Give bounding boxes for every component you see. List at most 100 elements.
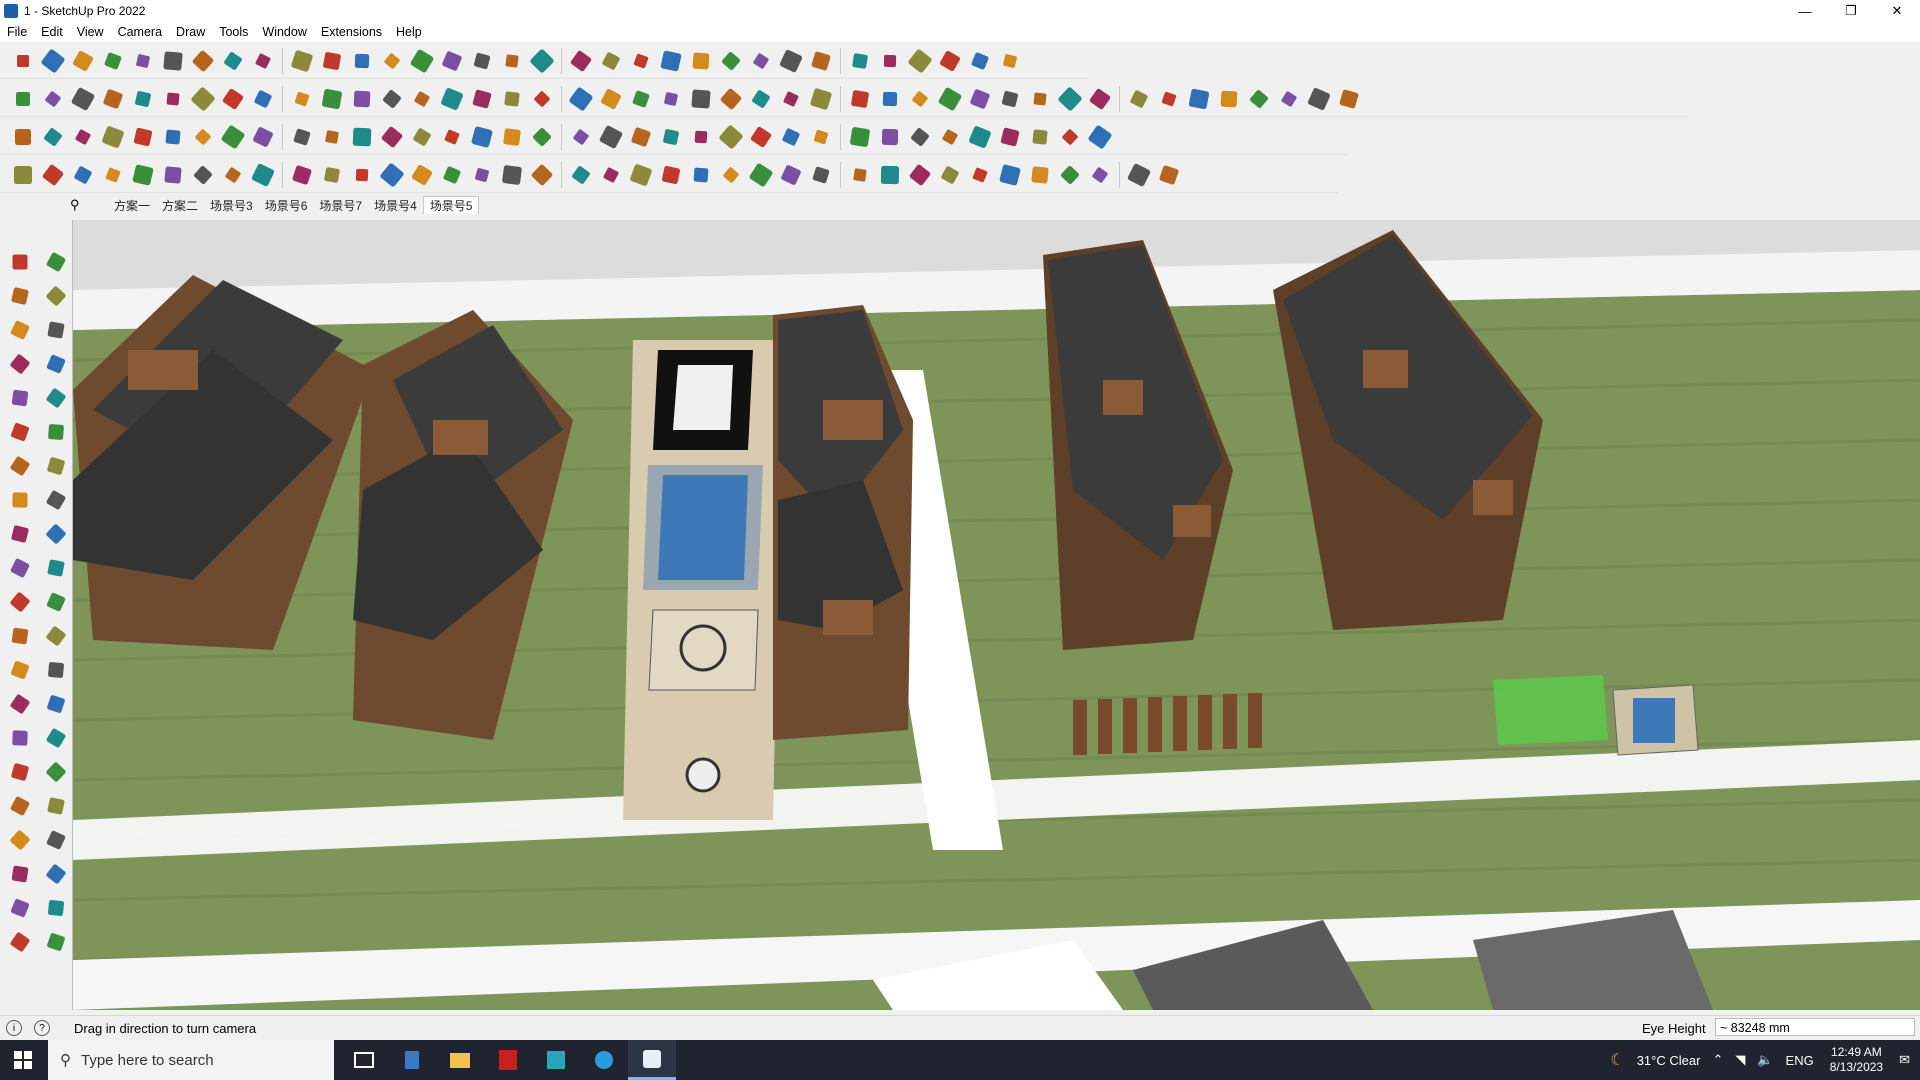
undo2-icon[interactable] xyxy=(188,122,218,152)
loop2-icon[interactable] xyxy=(566,122,596,152)
plus-icon[interactable] xyxy=(407,122,437,152)
solid4-icon[interactable] xyxy=(98,122,128,152)
tape-icon[interactable] xyxy=(347,46,377,76)
rotated-rect-tool-icon[interactable] xyxy=(39,381,73,415)
rail7-icon[interactable] xyxy=(716,160,746,190)
hidden-icon[interactable] xyxy=(317,84,347,114)
pencil-icon[interactable] xyxy=(98,46,128,76)
tag-icon[interactable] xyxy=(875,122,905,152)
axes-tool-icon[interactable] xyxy=(3,687,37,721)
pan-tool-icon[interactable] xyxy=(39,721,73,755)
tent-icon[interactable] xyxy=(497,160,527,190)
paint-tool-icon[interactable] xyxy=(3,279,37,313)
solid5-icon[interactable] xyxy=(128,122,158,152)
arc-tool-icon[interactable] xyxy=(3,449,37,483)
tex1-icon[interactable] xyxy=(1154,84,1184,114)
taskview-icon[interactable] xyxy=(340,1040,388,1080)
scale-icon[interactable] xyxy=(317,46,347,76)
push-icon[interactable] xyxy=(188,46,218,76)
maximize-button[interactable]: ❐ xyxy=(1828,0,1874,22)
scale-tool-icon[interactable] xyxy=(3,585,37,619)
hand-icon[interactable] xyxy=(716,84,746,114)
zoom-tool-icon[interactable] xyxy=(3,755,37,789)
pathA-icon[interactable] xyxy=(8,160,38,190)
grid2-icon[interactable] xyxy=(935,122,965,152)
ellipse-icon[interactable] xyxy=(875,84,905,114)
volume-icon[interactable]: 🔈 xyxy=(1757,1052,1773,1068)
xray-icon[interactable] xyxy=(248,84,278,114)
menu-window[interactable]: Window xyxy=(255,25,313,39)
rail13-icon[interactable] xyxy=(905,160,935,190)
spiral-icon[interactable] xyxy=(596,122,626,152)
section-fill-tool-icon[interactable] xyxy=(3,925,37,959)
fx-icon[interactable] xyxy=(686,84,716,114)
mono-icon[interactable] xyxy=(377,84,407,114)
knife-icon[interactable] xyxy=(1085,84,1115,114)
layers-icon[interactable] xyxy=(596,46,626,76)
grid4-icon[interactable] xyxy=(995,122,1025,152)
move-icon[interactable] xyxy=(248,46,278,76)
freehand-tool-icon[interactable] xyxy=(39,347,73,381)
circle-tool-icon[interactable] xyxy=(3,415,37,449)
menu-edit[interactable]: Edit xyxy=(34,25,70,39)
right-icon[interactable] xyxy=(98,84,128,114)
rail3-icon[interactable] xyxy=(596,160,626,190)
start-button[interactable] xyxy=(0,1040,46,1080)
orbit-tool-icon[interactable] xyxy=(39,245,73,279)
solid2-icon[interactable] xyxy=(38,122,68,152)
text-icon[interactable] xyxy=(377,46,407,76)
rectangle-tool-icon[interactable] xyxy=(3,381,37,415)
pathC-icon[interactable] xyxy=(68,160,98,190)
wire-icon[interactable] xyxy=(287,84,317,114)
polygon-tool-icon[interactable] xyxy=(39,415,73,449)
dimension-tool-icon[interactable] xyxy=(39,619,73,653)
notifications-icon[interactable]: ✉ xyxy=(1899,1052,1910,1068)
return-icon[interactable] xyxy=(716,122,746,152)
back-icon[interactable] xyxy=(128,84,158,114)
gear2-icon[interactable] xyxy=(158,160,188,190)
up-icon[interactable] xyxy=(806,46,836,76)
quad-icon[interactable] xyxy=(905,84,935,114)
cup-icon[interactable] xyxy=(686,122,716,152)
curve2-icon[interactable] xyxy=(437,160,467,190)
corner1-icon[interactable] xyxy=(347,160,377,190)
frame3-icon[interactable] xyxy=(467,160,497,190)
rail8-icon[interactable] xyxy=(746,160,776,190)
zoom-window-icon[interactable] xyxy=(497,46,527,76)
scene-tab[interactable]: 场景号6 xyxy=(259,197,314,214)
cross-icon[interactable] xyxy=(437,122,467,152)
pathB-icon[interactable] xyxy=(38,160,68,190)
gear1-icon[interactable] xyxy=(128,160,158,190)
edge-icon[interactable] xyxy=(580,1040,628,1080)
bottom-icon[interactable] xyxy=(188,84,218,114)
bars-icon[interactable] xyxy=(248,122,278,152)
undo-icon[interactable] xyxy=(935,46,965,76)
texture-icon[interactable] xyxy=(347,84,377,114)
2pt-arc-tool-icon[interactable] xyxy=(39,483,73,517)
3dtext-tool-icon[interactable] xyxy=(39,687,73,721)
rail12-icon[interactable] xyxy=(875,160,905,190)
top-icon[interactable] xyxy=(38,84,68,114)
look-around-tool-icon[interactable] xyxy=(39,823,73,857)
taskbar-search[interactable]: ⚲ Type here to search xyxy=(48,1040,334,1080)
tex4-icon[interactable] xyxy=(1244,84,1274,114)
roof-icon[interactable] xyxy=(527,84,557,114)
rail1-icon[interactable] xyxy=(527,160,557,190)
calculator-icon[interactable] xyxy=(388,1040,436,1080)
rail6-icon[interactable] xyxy=(686,160,716,190)
protractor-tool-icon[interactable] xyxy=(3,653,37,687)
app-icon[interactable] xyxy=(532,1040,580,1080)
position-camera-tool-icon[interactable] xyxy=(3,823,37,857)
zoom-icon[interactable] xyxy=(8,46,38,76)
sq-icon[interactable] xyxy=(218,122,248,152)
spline-icon[interactable] xyxy=(995,84,1025,114)
tex6-icon[interactable] xyxy=(1304,84,1334,114)
ring-icon[interactable] xyxy=(1055,84,1085,114)
menu-view[interactable]: View xyxy=(70,25,111,39)
front-icon[interactable] xyxy=(68,84,98,114)
tex7-icon[interactable] xyxy=(1334,84,1364,114)
tray-chevron-icon[interactable]: ⌃ xyxy=(1712,1052,1723,1068)
pushpull-tool-icon[interactable] xyxy=(39,517,73,551)
lasso-icon[interactable] xyxy=(128,46,158,76)
menu-camera[interactable]: Camera xyxy=(111,25,169,39)
